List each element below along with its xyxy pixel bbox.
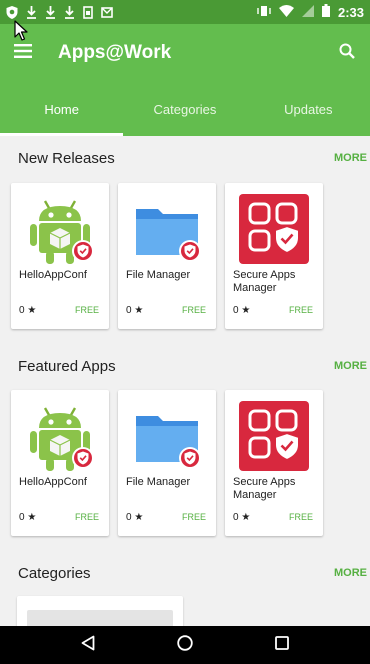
- download-icon: [63, 5, 75, 19]
- app-card-row: HelloAppConf 0 ★ FREE File Manager 0 ★ F…: [11, 390, 370, 540]
- app-card[interactable]: Secure Apps Manager 0 ★ FREE: [225, 390, 323, 536]
- app-card-row: HelloAppConf 0 ★ FREE File Manager 0 ★ F…: [11, 183, 370, 333]
- app-price: FREE: [181, 305, 206, 315]
- tab-bar: Home Categories Updates: [0, 82, 370, 136]
- app-title: Apps@Work: [58, 42, 172, 63]
- tab-home[interactable]: Home: [0, 82, 124, 136]
- wifi-icon: [278, 4, 294, 20]
- section-header-featured-apps: Featured Apps MORE: [0, 354, 370, 378]
- back-icon: [81, 635, 95, 656]
- app-price: FREE: [288, 512, 313, 522]
- app-rating: 0 ★: [233, 305, 251, 316]
- status-bar: 2:33: [0, 0, 370, 24]
- download-icon: [25, 5, 37, 19]
- shield-icon: [6, 5, 18, 19]
- more-link[interactable]: MORE: [334, 360, 367, 372]
- system-nav-bar: [0, 626, 370, 664]
- app-rating: 0 ★: [19, 512, 37, 523]
- mail-icon: [101, 6, 113, 19]
- app-rating: 0 ★: [19, 305, 37, 316]
- app-price: FREE: [74, 512, 99, 522]
- secure-apps-icon: [239, 191, 309, 267]
- folder-app-icon: [132, 398, 202, 474]
- app-card[interactable]: HelloAppConf 0 ★ FREE: [11, 390, 109, 536]
- menu-button[interactable]: [0, 24, 46, 82]
- home-button[interactable]: [165, 626, 205, 664]
- main-content[interactable]: New Releases MORE HelloAppConf 0 ★ FREE …: [0, 136, 370, 626]
- android-app-icon: [25, 191, 95, 267]
- search-button[interactable]: [324, 24, 370, 82]
- signal-icon: [301, 4, 314, 20]
- status-time: 2:33: [337, 4, 364, 20]
- app-card[interactable]: File Manager 0 ★ FREE: [118, 183, 216, 329]
- battery-icon: [321, 4, 330, 20]
- section-header-categories: Categories MORE: [0, 561, 370, 585]
- app-rating: 0 ★: [126, 305, 144, 316]
- recents-button[interactable]: [262, 626, 302, 664]
- category-card[interactable]: [17, 596, 183, 626]
- tab-updates[interactable]: Updates: [247, 82, 370, 136]
- category-image: [27, 610, 173, 626]
- section-title: Categories: [18, 564, 91, 582]
- more-link[interactable]: MORE: [334, 152, 367, 164]
- back-button[interactable]: [68, 626, 108, 664]
- sim-icon: [82, 5, 94, 19]
- app-name: Secure Apps Manager: [233, 269, 296, 294]
- app-name: HelloAppConf: [19, 476, 87, 488]
- app-card[interactable]: HelloAppConf 0 ★ FREE: [11, 183, 109, 329]
- vibrate-icon: [257, 5, 271, 20]
- app-price: FREE: [74, 305, 99, 315]
- app-price: FREE: [181, 512, 206, 522]
- app-card[interactable]: Secure Apps Manager 0 ★ FREE: [225, 183, 323, 329]
- app-name: Secure Apps Manager: [233, 476, 296, 501]
- app-name: File Manager: [126, 269, 191, 281]
- folder-app-icon: [132, 191, 202, 267]
- tab-categories[interactable]: Categories: [123, 82, 246, 136]
- app-rating: 0 ★: [233, 512, 251, 523]
- hamburger-menu-icon: [14, 43, 32, 63]
- recents-icon: [274, 635, 289, 655]
- more-link[interactable]: MORE: [334, 567, 367, 579]
- app-name: HelloAppConf: [19, 269, 87, 281]
- home-icon: [177, 634, 193, 656]
- app-rating: 0 ★: [126, 512, 144, 523]
- android-app-icon: [25, 398, 95, 474]
- section-title: Featured Apps: [18, 357, 116, 375]
- secure-apps-icon: [239, 398, 309, 474]
- app-price: FREE: [288, 305, 313, 315]
- section-title: New Releases: [18, 149, 115, 167]
- section-header-new-releases: New Releases MORE: [0, 146, 370, 170]
- download-icon: [44, 5, 56, 19]
- app-bar: Apps@Work: [0, 24, 370, 82]
- app-name: File Manager: [126, 476, 191, 488]
- search-icon: [339, 43, 355, 64]
- app-card[interactable]: File Manager 0 ★ FREE: [118, 390, 216, 536]
